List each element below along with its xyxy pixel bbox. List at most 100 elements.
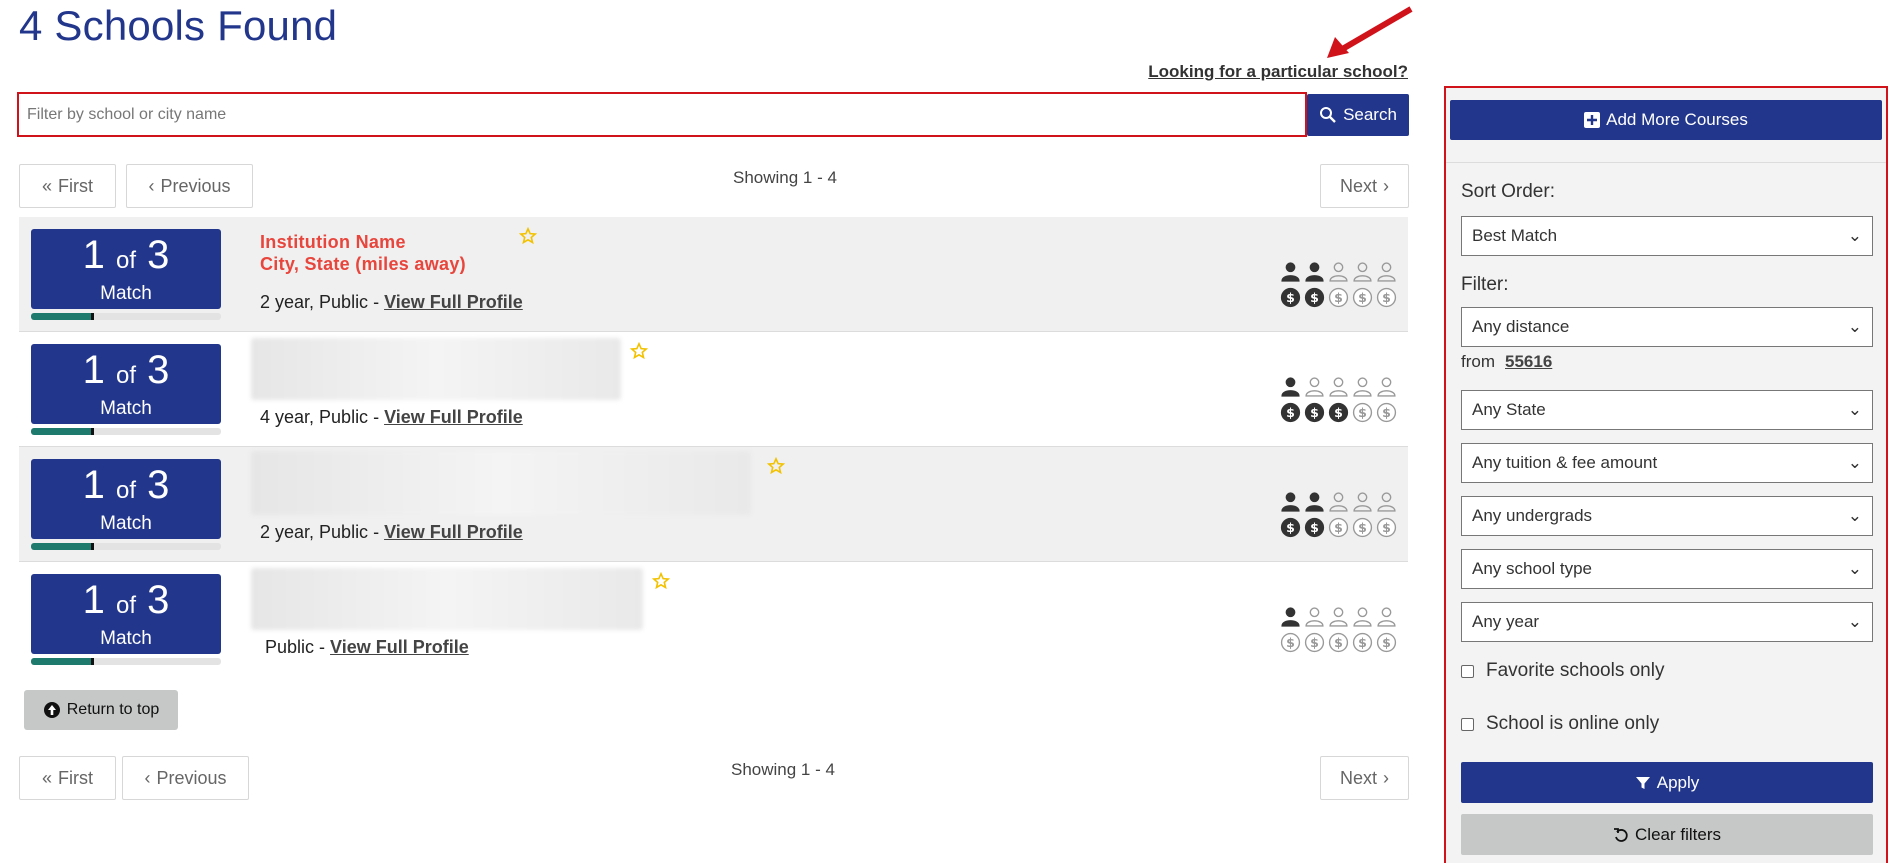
person-filled-icon: [1305, 492, 1324, 512]
size-cost-indicators: $ $ $ $ $: [1280, 491, 1408, 543]
dollar-outline-icon: $: [1376, 287, 1397, 308]
showing-count-bottom: Showing 1 - 4: [731, 760, 835, 779]
svg-text:$: $: [1382, 290, 1391, 305]
double-chevron-left-icon: «: [41, 767, 52, 788]
clear-filters-button[interactable]: Clear filters: [1461, 814, 1873, 855]
person-outline-icon: [1353, 377, 1372, 397]
match-progress-fill: [31, 658, 94, 665]
year-select[interactable]: Any year ⌄: [1461, 602, 1873, 642]
dollar-outline-icon: $: [1352, 287, 1373, 308]
add-more-courses-button[interactable]: Add More Courses: [1450, 100, 1882, 140]
person-outline-icon: [1305, 377, 1324, 397]
person-outline-icon: [1377, 262, 1396, 282]
school-type-select[interactable]: Any school type ⌄: [1461, 549, 1873, 589]
next-page-button-bottom[interactable]: Next ›: [1320, 756, 1409, 800]
favorite-star-icon[interactable]: [652, 572, 670, 590]
size-icons: [1280, 491, 1408, 512]
first-page-button-bottom[interactable]: « First: [19, 756, 116, 800]
online-only-option[interactable]: School is online only: [1461, 713, 1659, 735]
favorite-star-icon[interactable]: [630, 342, 648, 360]
view-full-profile-link[interactable]: View Full Profile: [384, 407, 523, 427]
dollar-outline-icon: $: [1352, 632, 1373, 653]
person-outline-icon: [1377, 607, 1396, 627]
dollar-outline-icon: $: [1352, 402, 1373, 423]
previous-label: Previous: [156, 767, 227, 788]
result-row: 1 of 3 Match 2 year, Public - View Full …: [19, 447, 1408, 562]
chevron-left-icon: ‹: [148, 175, 155, 196]
svg-text:$: $: [1286, 635, 1295, 650]
chevron-down-icon: ⌄: [1847, 226, 1862, 245]
chevron-down-icon: ⌄: [1847, 559, 1862, 578]
dollar-outline-icon: $: [1376, 632, 1397, 653]
match-num: 1: [82, 348, 105, 392]
svg-text:$: $: [1286, 520, 1295, 535]
person-filled-icon: [1281, 607, 1300, 627]
apply-button[interactable]: Apply: [1461, 762, 1873, 803]
school-details: Public - View Full Profile: [265, 637, 469, 658]
favorites-only-checkbox[interactable]: [1461, 664, 1474, 678]
search-icon: [1320, 107, 1336, 123]
chevron-left-icon: ‹: [144, 767, 151, 788]
school-type: 4 year, Public -: [260, 407, 385, 427]
favorite-star-icon[interactable]: [767, 457, 785, 475]
tuition-select[interactable]: Any tuition & fee amount ⌄: [1461, 443, 1873, 483]
result-row: 1 of 3 Match Public - View Full Profile …: [19, 562, 1408, 677]
filter-sidebar: Add More Courses Sort Order: Best Match …: [1444, 86, 1888, 863]
chevron-down-icon: ⌄: [1847, 506, 1862, 525]
funnel-icon: [1635, 776, 1650, 789]
match-progress-fill: [31, 428, 94, 435]
dollar-outline-icon: $: [1352, 517, 1373, 538]
search-button[interactable]: Search: [1307, 94, 1409, 136]
previous-page-button[interactable]: ‹ Previous: [126, 164, 253, 208]
person-outline-icon: [1377, 377, 1396, 397]
undergrads-select[interactable]: Any undergrads ⌄: [1461, 496, 1873, 536]
sort-order-value: Best Match: [1472, 226, 1558, 245]
next-label: Next: [1339, 175, 1377, 196]
return-to-top-label: Return to top: [66, 701, 160, 718]
search-input[interactable]: [19, 94, 1305, 135]
tuition-value: Any tuition & fee amount: [1472, 453, 1658, 472]
size-icons: [1280, 606, 1408, 627]
first-label: First: [58, 175, 93, 196]
match-of: of: [115, 477, 136, 504]
view-full-profile-link[interactable]: View Full Profile: [384, 522, 523, 542]
favorites-only-label: Favorite schools only: [1486, 660, 1665, 681]
match-num: 1: [82, 578, 105, 622]
undergrads-value: Any undergrads: [1472, 506, 1593, 525]
search-button-label: Search: [1343, 105, 1397, 124]
svg-text:$: $: [1310, 405, 1319, 420]
state-select[interactable]: Any State ⌄: [1461, 390, 1873, 430]
looking-for-school-link[interactable]: Looking for a particular school?: [1148, 62, 1408, 82]
sort-order-label: Sort Order:: [1461, 181, 1555, 202]
search-field-wrapper: [17, 92, 1307, 137]
sort-order-select[interactable]: Best Match ⌄: [1461, 216, 1873, 256]
svg-text:$: $: [1334, 405, 1343, 420]
online-only-checkbox[interactable]: [1461, 717, 1474, 731]
size-cost-indicators: $ $ $ $ $: [1280, 261, 1408, 313]
view-full-profile-link[interactable]: View Full Profile: [384, 292, 523, 312]
match-total: 3: [147, 348, 170, 392]
previous-page-button-bottom[interactable]: ‹ Previous: [122, 756, 249, 800]
cost-icons: $ $ $ $ $: [1280, 402, 1408, 423]
next-page-button[interactable]: Next ›: [1320, 164, 1409, 208]
view-full-profile-link[interactable]: View Full Profile: [330, 637, 469, 657]
zip-code-link[interactable]: 55616: [1505, 352, 1552, 371]
distance-select[interactable]: Any distance ⌄: [1461, 307, 1873, 347]
dollar-filled-icon: $: [1304, 287, 1325, 308]
zip-origin: from 55616: [1461, 352, 1552, 372]
match-of: of: [115, 362, 136, 389]
showing-count: Showing 1 - 4: [733, 168, 837, 187]
chevron-down-icon: ⌄: [1847, 453, 1862, 472]
first-label: First: [58, 767, 93, 788]
redacted-school-name: [251, 568, 643, 630]
favorites-only-option[interactable]: Favorite schools only: [1461, 660, 1664, 682]
return-to-top-button[interactable]: Return to top: [24, 690, 178, 730]
svg-text:$: $: [1382, 405, 1391, 420]
first-page-button[interactable]: « First: [19, 164, 116, 208]
result-row: 1 of 3 Match 4 year, Public - View Full …: [19, 332, 1408, 447]
double-chevron-left-icon: «: [41, 175, 52, 196]
dollar-outline-icon: $: [1280, 632, 1301, 653]
match-badge: 1 of 3 Match: [31, 574, 221, 654]
school-details: 4 year, Public - View Full Profile: [260, 407, 523, 428]
favorite-star-icon[interactable]: [519, 227, 537, 245]
